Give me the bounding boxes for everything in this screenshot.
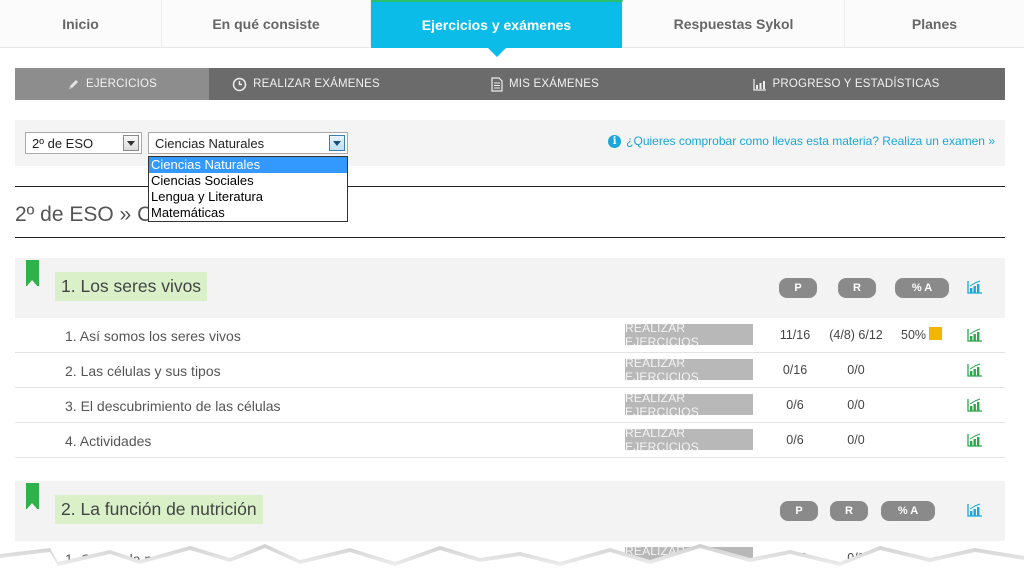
subnav-realizar-examenes[interactable]: REALIZAR EXÁMENES [209, 68, 403, 100]
unit-section: 1. Los seres vivos P R % A 1. Así somos … [15, 258, 1005, 458]
subnav-label: REALIZAR EXÁMENES [253, 78, 380, 90]
stats-chart-icon[interactable] [967, 398, 983, 412]
stats-chart-icon[interactable] [967, 328, 983, 342]
lesson-row: 4. Actividades REALIZAR EJERCICIOS 0/6 0… [15, 423, 1005, 458]
stats-chart-icon[interactable] [967, 363, 983, 377]
subnav-ejercicios[interactable]: EJERCICIOS [15, 68, 209, 100]
lesson-a-percent: 50% [901, 328, 927, 342]
column-header-p: P [780, 501, 818, 521]
nav-tab-en-que-consiste[interactable]: En qué consiste [162, 0, 371, 48]
lesson-r-value: (4/8) 6/12 [829, 328, 883, 342]
dropdown-option[interactable]: Matemáticas [149, 205, 347, 221]
lesson-title[interactable]: 2. Las células y sus tipos [65, 363, 221, 379]
subnav-label: PROGRESO Y ESTADÍSTICAS [772, 78, 940, 90]
nav-tab-label: En qué consiste [212, 16, 320, 32]
lesson-p-value: 0/16 [782, 363, 808, 377]
lesson-title[interactable]: 3. El descubrimiento de las células [65, 398, 281, 414]
lesson-title[interactable]: 1. Así somos los seres vivos [65, 328, 241, 344]
document-icon [491, 76, 503, 92]
chevron-down-icon[interactable] [329, 135, 345, 151]
bookmark-icon [26, 483, 39, 510]
column-header-r: R [838, 278, 876, 298]
unit-header: 2. La función de nutrición P R % A [15, 481, 1005, 541]
lesson-p-value: 11/16 [779, 328, 811, 342]
do-exercises-button[interactable]: REALIZAR EJERCICIOS [625, 321, 753, 349]
sub-navigation: EJERCICIOS REALIZAR EXÁMENES MIS EXÁMENE… [15, 68, 1005, 100]
subnav-label: MIS EXÁMENES [509, 78, 599, 90]
do-exercises-button[interactable]: REALIZAR EJERCICIOS [625, 356, 753, 384]
column-header-a: % A [881, 501, 935, 521]
torn-edge-decoration [0, 544, 1024, 578]
column-header-r: R [830, 501, 868, 521]
lesson-p-value: 0/6 [786, 433, 804, 447]
take-exam-link[interactable]: i ¿Quieres comprobar como llevas esta ma… [608, 134, 995, 148]
take-exam-link-text: ¿Quieres comprobar como llevas esta mate… [626, 134, 995, 148]
nav-tab-ejercicios-y-examenes[interactable]: Ejercicios y exámenes [371, 0, 623, 57]
subnav-mis-examenes[interactable]: MIS EXÁMENES [403, 68, 687, 100]
dropdown-option[interactable]: Ciencias Naturales [149, 157, 347, 173]
lesson-row: 1. Así somos los seres vivos REALIZAR EJ… [15, 318, 1005, 353]
subnav-label: EJERCICIOS [85, 78, 157, 90]
level-select[interactable]: 2º de ESO [25, 132, 142, 154]
bookmark-icon [26, 260, 39, 287]
lesson-p-value: 0/6 [786, 398, 804, 412]
lesson-a-value: 50% [901, 327, 943, 342]
chevron-down-icon[interactable] [123, 135, 139, 151]
bar-chart-icon [752, 78, 766, 91]
column-header-p: P [779, 278, 817, 298]
nav-tab-label: Ejercicios y exámenes [421, 17, 572, 33]
unit-title: 1. Los seres vivos [55, 272, 208, 301]
unit-title: 2. La función de nutrición [55, 495, 263, 524]
level-select-value: 2º de ESO [32, 135, 94, 151]
top-navigation: Inicio En qué consiste Ejercicios y exám… [0, 0, 1024, 57]
nav-tab-inicio[interactable]: Inicio [0, 0, 162, 48]
dropdown-option[interactable]: Lengua y Literatura [149, 189, 347, 205]
nav-tab-respuestas-sykol[interactable]: Respuestas Sykol [623, 0, 845, 48]
unit-header: 1. Los seres vivos P R % A [15, 258, 1005, 318]
clock-icon [232, 77, 247, 91]
subject-select-value: Ciencias Naturales [155, 135, 265, 151]
do-exercises-button[interactable]: REALIZAR EJERCICIOS [625, 426, 753, 454]
lesson-r-value: 0/0 [847, 433, 865, 447]
dropdown-option[interactable]: Ciencias Sociales [149, 173, 347, 189]
stats-chart-icon[interactable] [967, 280, 983, 294]
info-icon: i [608, 134, 622, 148]
lesson-title[interactable]: 4. Actividades [65, 433, 151, 449]
subject-select[interactable]: Ciencias Naturales [148, 132, 348, 154]
stats-chart-icon[interactable] [967, 503, 983, 517]
nav-tab-label: Planes [911, 16, 958, 32]
column-header-a: % A [895, 278, 949, 298]
nav-tab-planes[interactable]: Planes [845, 0, 1024, 48]
lesson-r-value: 0/0 [847, 398, 865, 412]
active-tab-pointer [487, 48, 506, 57]
subnav-progreso-y-estadisticas[interactable]: PROGRESO Y ESTADÍSTICAS [687, 68, 1005, 100]
nav-tab-label: Respuestas Sykol [673, 16, 794, 32]
pencil-icon [68, 79, 78, 89]
subject-dropdown-list: Ciencias Naturales Ciencias Sociales Len… [148, 156, 348, 222]
do-exercises-button[interactable]: REALIZAR EJERCICIOS [625, 391, 753, 419]
progress-flag-icon [929, 327, 943, 340]
divider [15, 237, 1005, 238]
stats-chart-icon[interactable] [967, 433, 983, 447]
nav-tab-label: Inicio [62, 16, 99, 32]
lesson-row: 2. Las células y sus tipos REALIZAR EJER… [15, 353, 1005, 388]
lesson-row: 3. El descubrimiento de las células REAL… [15, 388, 1005, 423]
lesson-r-value: 0/0 [847, 363, 865, 377]
